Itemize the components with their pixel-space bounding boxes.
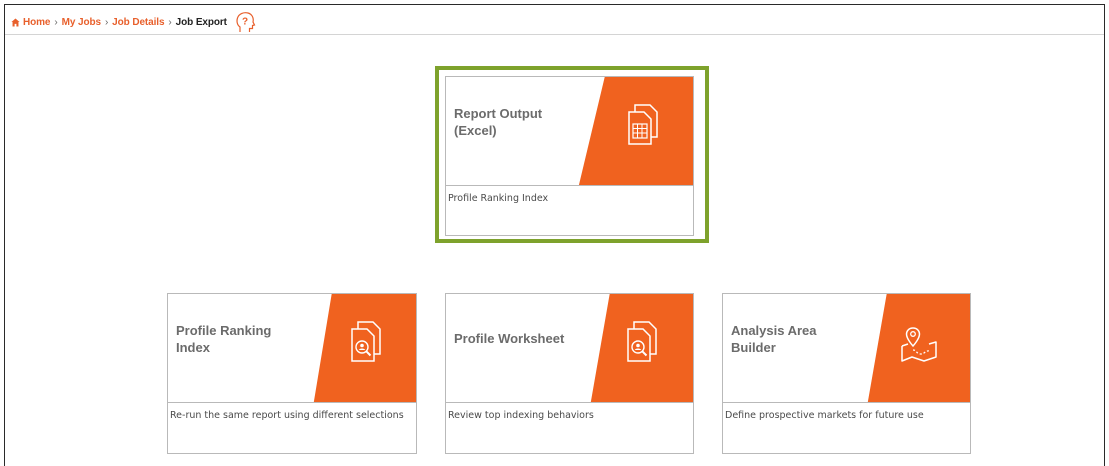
card-description: Re-run the same report using different s… (170, 410, 404, 421)
map-pin-icon (901, 327, 937, 362)
profile-ranking-index-card[interactable]: Profile Ranking Index Re-run the same re… (167, 293, 417, 454)
excel-document-icon (628, 104, 658, 145)
help-head-icon[interactable]: ? (233, 10, 257, 34)
card-title: Profile Worksheet (454, 331, 565, 346)
card-title: Analysis Area Builder (731, 323, 817, 355)
card-title: Profile Ranking Index (176, 323, 272, 355)
svg-text:?: ? (242, 17, 248, 28)
breadcrumb-separator: › (54, 16, 58, 28)
breadcrumb-home-link[interactable]: Home (23, 17, 50, 28)
breadcrumb: Home › My Jobs › Job Details › Job Expor… (11, 12, 257, 32)
home-icon (11, 17, 20, 27)
card-title: Report Output (Excel) (454, 106, 543, 138)
report-output-card[interactable]: Report Output (Excel) Profile Ranking In… (445, 76, 694, 236)
breadcrumb-current: Job Export (175, 16, 227, 28)
breadcrumb-separator: › (168, 16, 172, 28)
breadcrumb-separator: › (104, 16, 109, 28)
header-divider (5, 34, 1104, 35)
analysis-area-builder-card[interactable]: Analysis Area Builder Define prospective… (722, 293, 971, 454)
profile-worksheet-card[interactable]: Profile Worksheet Review top indexing be… (445, 293, 694, 454)
profile-search-document-icon (627, 321, 657, 362)
profile-search-document-icon (351, 321, 381, 362)
card-description: Define prospective markets for future us… (725, 410, 924, 421)
breadcrumb-my-jobs-link[interactable]: My Jobs (62, 17, 101, 28)
breadcrumb-job-details-link[interactable]: Job Details (112, 17, 164, 28)
card-description: Profile Ranking Index (448, 193, 549, 204)
card-description: Review top indexing behaviors (448, 410, 594, 421)
